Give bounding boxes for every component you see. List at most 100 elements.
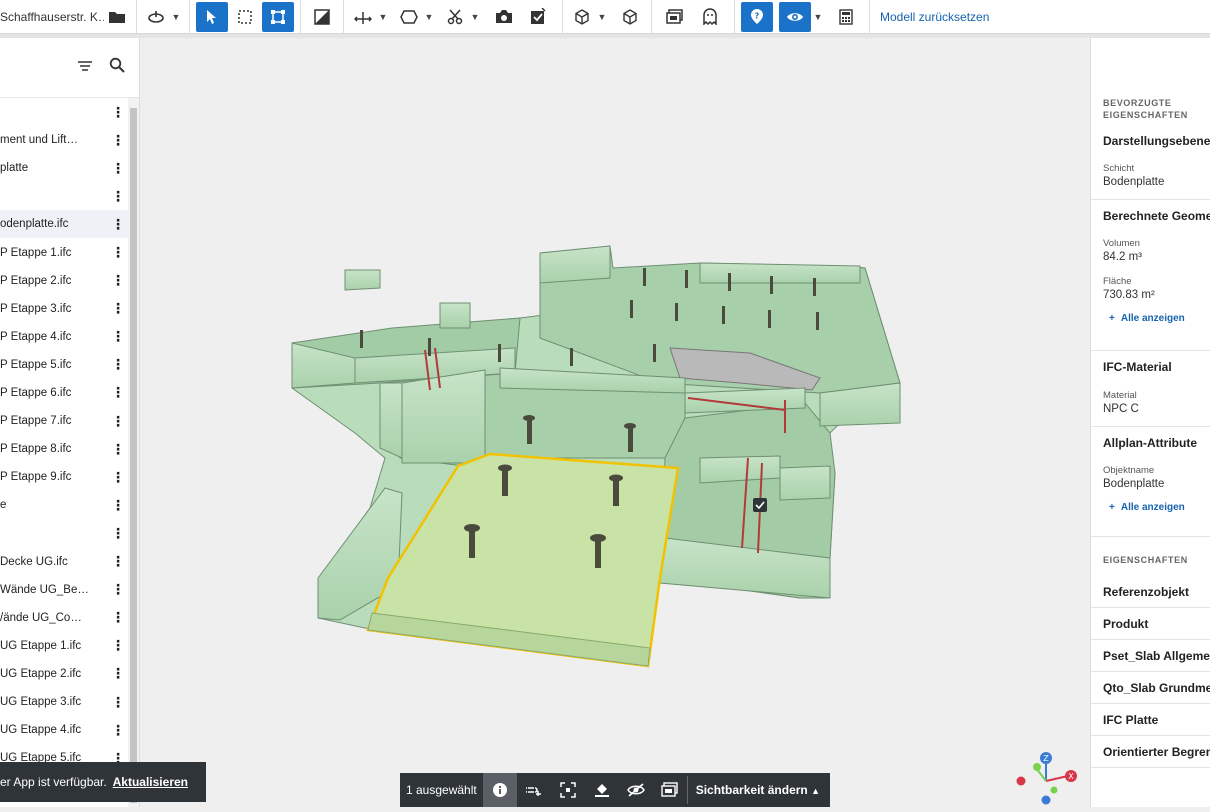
property-section[interactable]: Qto_Slab Grundmenge — [1091, 681, 1210, 695]
section-plane-icon[interactable] — [307, 2, 337, 32]
visibility-button[interactable] — [779, 1, 811, 32]
tree-item[interactable]: UG Etappe 3.ifc ⋮ — [0, 688, 128, 716]
folder-icon[interactable] — [104, 2, 130, 32]
3d-viewport[interactable]: Z X — [140, 38, 1090, 807]
tree-item[interactable]: UG Etappe 1.ifc ⋮ — [0, 632, 128, 660]
scrollbar-thumb[interactable] — [130, 108, 137, 803]
project-title[interactable]: Schaffhauserstr. K… — [0, 10, 104, 24]
more-options-icon[interactable]: ⋮ — [108, 722, 128, 739]
show-all-link[interactable]: + Alle anzeigen — [1109, 502, 1185, 513]
scissors-icon[interactable] — [442, 2, 468, 32]
more-options-icon[interactable]: ⋮ — [108, 525, 128, 542]
focus-icon[interactable] — [551, 773, 585, 807]
more-options-icon[interactable]: ⋮ — [108, 384, 128, 401]
sort-icon[interactable] — [77, 59, 93, 77]
more-options-icon[interactable]: ⋮ — [108, 188, 128, 205]
paint-bucket-icon[interactable] — [585, 773, 619, 807]
group-berechnete-geometrie[interactable]: Berechnete Geometrie — [1091, 209, 1210, 223]
cube-icon[interactable] — [569, 2, 595, 32]
more-options-icon[interactable]: ⋮ — [108, 104, 128, 121]
more-options-icon[interactable]: ⋮ — [108, 553, 128, 570]
more-options-icon[interactable]: ⋮ — [108, 609, 128, 626]
more-options-icon[interactable]: ⋮ — [108, 216, 128, 233]
more-options-icon[interactable]: ⋮ — [108, 469, 128, 486]
lasso-dropdown-icon[interactable]: ▼ — [422, 12, 436, 22]
measure-dropdown-icon[interactable]: ▼ — [376, 12, 390, 22]
tree-item[interactable]: ⋮ — [0, 98, 128, 126]
reset-model-link[interactable]: Modell zurücksetzen — [880, 10, 989, 24]
building-model[interactable]: Z X — [140, 38, 1090, 807]
tree-item[interactable]: UG Etappe 4.ifc ⋮ — [0, 716, 128, 744]
calculator-icon[interactable] — [829, 2, 863, 32]
more-options-icon[interactable]: ⋮ — [108, 356, 128, 373]
orbit-icon[interactable] — [143, 2, 169, 32]
tree-item[interactable]: P Etappe 7.ifc ⋮ — [0, 407, 128, 435]
tree-item[interactable]: P Etappe 8.ifc ⋮ — [0, 435, 128, 463]
tree-item[interactable]: e ⋮ — [0, 491, 128, 519]
tree-item[interactable]: Decke UG.ifc ⋮ — [0, 548, 128, 576]
measure-icon[interactable] — [350, 2, 376, 32]
camera-icon[interactable] — [488, 2, 520, 32]
tree-item[interactable]: P Etappe 2.ifc ⋮ — [0, 267, 128, 295]
tree-item[interactable]: P Etappe 4.ifc ⋮ — [0, 323, 128, 351]
search-icon[interactable] — [109, 57, 125, 78]
more-options-icon[interactable]: ⋮ — [108, 581, 128, 598]
layers-icon[interactable] — [653, 773, 687, 807]
more-options-icon[interactable]: ⋮ — [108, 272, 128, 289]
transform-select-button[interactable] — [262, 1, 294, 32]
visibility-dropdown-icon[interactable]: ▼ — [811, 12, 825, 22]
ghost-icon[interactable] — [692, 2, 728, 32]
more-options-icon[interactable]: ⋮ — [108, 413, 128, 430]
tree-item[interactable]: P Etappe 9.ifc ⋮ — [0, 463, 128, 491]
divider — [1091, 767, 1210, 768]
tree-item[interactable]: P Etappe 6.ifc ⋮ — [0, 379, 128, 407]
group-darstellungsebenen[interactable]: Darstellungsebenen — [1091, 134, 1210, 148]
property-section[interactable]: Referenzobjekt — [1091, 585, 1189, 599]
more-options-icon[interactable]: ⋮ — [108, 300, 128, 317]
property-section[interactable]: Produkt — [1091, 617, 1148, 631]
prop-key: Objektname — [1103, 465, 1155, 476]
hide-icon[interactable] — [619, 773, 653, 807]
tree-item[interactable]: P Etappe 3.ifc ⋮ — [0, 295, 128, 323]
cube-outline-icon[interactable] — [615, 2, 645, 32]
more-options-icon[interactable]: ⋮ — [108, 441, 128, 458]
layers-icon[interactable] — [658, 2, 692, 32]
tree-item[interactable]: /ände UG_Co… ⋮ — [0, 604, 128, 632]
tree-item[interactable]: odenplatte.ifc ⋮ — [0, 210, 128, 239]
tree-item[interactable]: P Etappe 1.ifc ⋮ — [0, 238, 128, 266]
tree-item[interactable]: ⋮ — [0, 519, 128, 547]
tree-item[interactable]: platte ⋮ — [0, 154, 128, 182]
property-section[interactable]: Pset_Slab Allgemein — [1091, 649, 1210, 663]
orbit-dropdown-icon[interactable]: ▼ — [169, 12, 183, 22]
more-options-icon[interactable]: ⋮ — [108, 665, 128, 682]
tree-item[interactable]: ment und Lift… ⋮ — [0, 126, 128, 154]
more-options-icon[interactable]: ⋮ — [108, 637, 128, 654]
group-allplan-attribute[interactable]: Allplan-Attribute — [1091, 436, 1197, 450]
tree-item[interactable]: Wände UG_Be… ⋮ — [0, 576, 128, 604]
box-select-icon[interactable] — [228, 2, 262, 32]
cube-dropdown-icon[interactable]: ▼ — [595, 12, 609, 22]
tree-scrollbar[interactable] — [128, 98, 139, 807]
more-options-icon[interactable]: ⋮ — [108, 694, 128, 711]
task-icon[interactable] — [520, 2, 556, 32]
more-options-icon[interactable]: ⋮ — [108, 497, 128, 514]
update-link[interactable]: Aktualisieren — [113, 775, 188, 789]
select-pointer-button[interactable] — [196, 1, 228, 32]
lasso-icon[interactable] — [396, 2, 422, 32]
tree-item[interactable]: P Etappe 5.ifc ⋮ — [0, 351, 128, 379]
more-options-icon[interactable]: ⋮ — [108, 244, 128, 261]
tree-item[interactable]: UG Etappe 2.ifc ⋮ — [0, 660, 128, 688]
group-ifc-material[interactable]: IFC-Material — [1091, 360, 1172, 374]
info-icon[interactable] — [482, 773, 517, 807]
change-visibility-button[interactable]: Sichtbarkeit ändern ▲ — [688, 783, 828, 797]
link-add-icon[interactable] — [517, 773, 551, 807]
more-options-icon[interactable]: ⋮ — [108, 160, 128, 177]
more-options-icon[interactable]: ⋮ — [108, 132, 128, 149]
more-options-icon[interactable]: ⋮ — [108, 328, 128, 345]
show-all-link[interactable]: + Alle anzeigen — [1109, 313, 1185, 324]
help-button[interactable]: ? — [741, 1, 773, 32]
property-section[interactable]: Orientierter Begrenzung — [1091, 745, 1210, 759]
property-section[interactable]: IFC Platte — [1091, 713, 1158, 727]
tree-item[interactable]: ⋮ — [0, 182, 128, 210]
scissors-dropdown-icon[interactable]: ▼ — [468, 12, 482, 22]
